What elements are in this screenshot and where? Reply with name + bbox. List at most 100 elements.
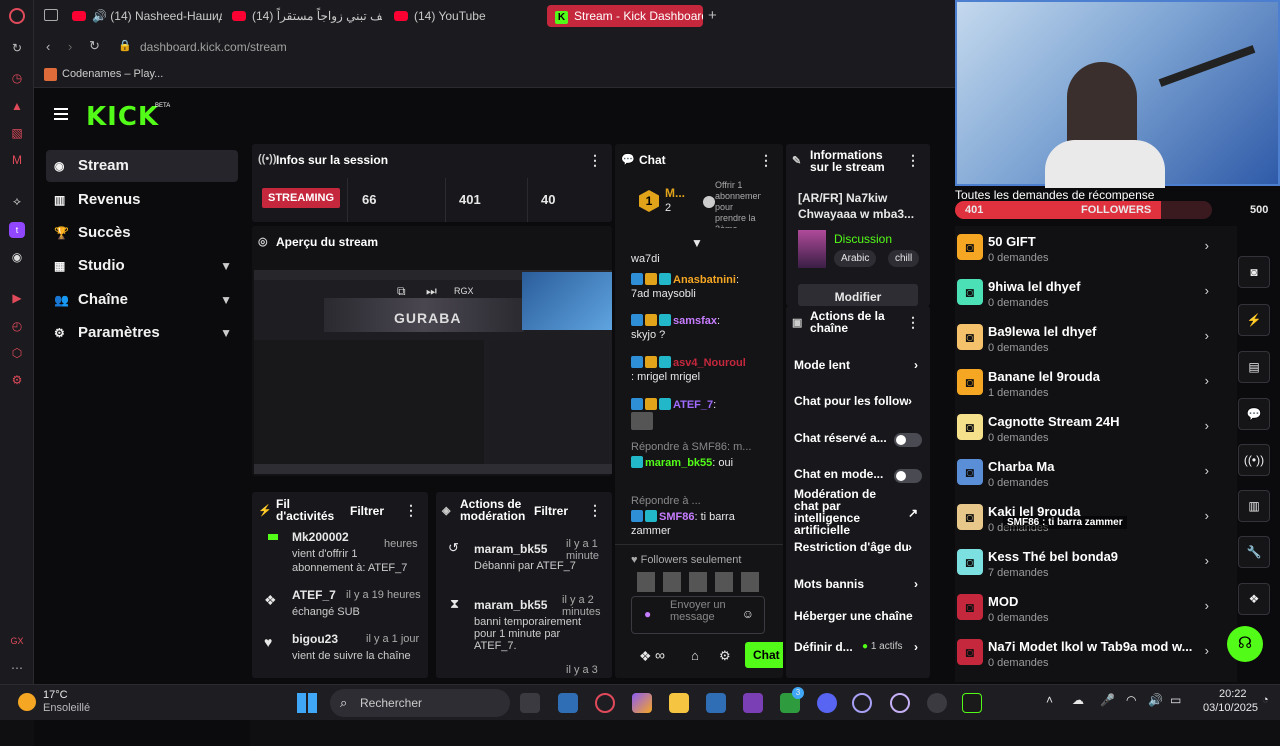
mic-icon[interactable]: ● [644, 607, 651, 621]
bolt-icon[interactable]: ⚡ [1238, 304, 1270, 336]
workspaces-icon[interactable] [44, 9, 58, 21]
photos-app-icon[interactable] [558, 693, 578, 713]
kebab-icon[interactable]: ⋮ [759, 152, 773, 169]
more-icon[interactable]: ⋯ [9, 660, 25, 676]
network-icon[interactable]: ☁ [1072, 693, 1084, 707]
nav-stream[interactable]: ◉ Stream [46, 150, 238, 182]
speed-dial-icon[interactable]: ◷ [9, 70, 25, 86]
store-icon[interactable]: ⌂ [691, 648, 699, 663]
followers-chat-row[interactable]: Chat pour les follow [794, 394, 908, 408]
kick-points-icon[interactable]: ❖ [1238, 583, 1270, 615]
copilot-icon[interactable] [632, 693, 652, 713]
kick-shortcut-icon[interactable]: ⟡ [9, 193, 25, 209]
host-channel-row[interactable]: Héberger une chaîne [794, 609, 922, 623]
kebab-icon[interactable]: ⋮ [588, 152, 602, 169]
obs-icon[interactable] [927, 693, 947, 713]
reward-item[interactable]: ◙ Charba Ma 0 demandes › [955, 451, 1225, 496]
support-headset-button[interactable]: ☊ [1227, 626, 1263, 662]
games-icon[interactable]: ▧ [9, 125, 25, 141]
opera-logo-icon[interactable] [9, 8, 25, 24]
chat-send-button[interactable]: Chat [745, 642, 783, 668]
tab-kick-dashboard[interactable]: K Stream - Kick Dashboard [547, 5, 703, 27]
reward-item[interactable]: ◙ Na7i Modet lkol w Tab9a mod w... 0 deman… [955, 631, 1225, 676]
new-tab-button[interactable]: + [708, 5, 724, 27]
battery-icon[interactable]: ▭ [1170, 693, 1181, 707]
player-icon[interactable]: ▶ [9, 290, 25, 306]
moderation-user[interactable]: maram_bk55 [474, 598, 547, 612]
kebab-icon[interactable]: ⋮ [404, 502, 418, 519]
nav-revenus[interactable]: ▥ Revenus [46, 184, 238, 216]
emote-chat-toggle[interactable] [894, 469, 922, 483]
twitch-icon[interactable]: t [9, 222, 25, 238]
moderation-user[interactable]: maram_bk55 [474, 542, 547, 556]
settings-icon[interactable]: ⚙ [9, 372, 25, 388]
chat-settings-icon[interactable]: ⚙ [719, 648, 731, 664]
forward-icon[interactable]: › [68, 39, 72, 54]
refresh-icon[interactable]: ↻ [9, 40, 25, 56]
extensions-icon[interactable]: ⬡ [9, 345, 25, 361]
ai-moderation-row[interactable]: Modération de chat par intelligence arti… [794, 488, 894, 536]
moderation-filter-button[interactable]: Filtrer [534, 504, 568, 518]
reward-item[interactable]: ◙ Kess Thé bel bonda9 7 demandes › [955, 541, 1225, 586]
collapse-icon[interactable]: ▼ [691, 236, 703, 250]
windows-start-icon[interactable] [297, 693, 317, 713]
aria-icon[interactable]: ▲ [9, 98, 25, 114]
discord-taskbar-icon[interactable] [817, 693, 837, 713]
reward-item[interactable]: ◙ Banane lel 9rouda 1 demandes › [955, 361, 1225, 406]
tag-chill[interactable]: chill [888, 250, 920, 267]
reward-item[interactable]: ◙ 9hiwa lel dhyef 0 demandes › [955, 271, 1225, 316]
task-view-icon[interactable] [520, 693, 540, 713]
define-row[interactable]: Définir d... ● 1 actifs › [794, 640, 922, 654]
nav-succes[interactable]: 🏆 Succès [46, 217, 238, 249]
tab-nasheed[interactable]: 🔊 (14) Nasheed-Нашид [72, 5, 222, 27]
activity-user[interactable]: ATEF_7 [292, 588, 336, 602]
url-field[interactable]: dashboard.kick.com/stream [140, 40, 287, 54]
file-explorer-icon[interactable] [669, 693, 689, 713]
opera-gx-taskbar-icon[interactable] [595, 693, 615, 713]
reward-item[interactable]: ◙ Cagnotte Stream 24H 0 demandes › [955, 406, 1225, 451]
hamburger-icon[interactable] [54, 108, 68, 120]
kick-points-icon[interactable]: ❖ [639, 648, 652, 665]
clock-time[interactable]: 20:22 [1219, 688, 1247, 700]
back-icon[interactable]: ‹ [46, 39, 50, 54]
emoji-icon[interactable]: ☺ [742, 607, 754, 621]
reward-item[interactable]: ◙ Ba9lewa lel dhyef 0 demandes › [955, 316, 1225, 361]
subscribers-chat-toggle[interactable] [894, 433, 922, 447]
chat-input[interactable]: ● Envoyer un message ☺ [631, 596, 765, 634]
kebab-icon[interactable]: ⋮ [588, 502, 602, 519]
store-icon[interactable] [706, 693, 726, 713]
category-name[interactable]: Discussion [834, 232, 892, 246]
reward-item[interactable]: ◙ 50 GIFT 0 demandes › [955, 226, 1225, 271]
stream-video[interactable]: GURABA ⧉ ⏭ RGX [254, 270, 612, 474]
discord-icon[interactable]: ◉ [9, 249, 25, 265]
clock-date[interactable]: 03/10/2025 [1203, 702, 1258, 714]
age-restriction-row[interactable]: Restriction d'âge du [794, 540, 908, 554]
notification-bell-icon[interactable]: ◔ [1262, 694, 1269, 706]
bookmark-codenames[interactable]: Codenames – Play... [62, 68, 163, 80]
kebab-icon[interactable]: ⋮ [906, 314, 920, 331]
nav-chaine[interactable]: 👥 Chaîne ▼ [46, 284, 238, 316]
edit-stream-button[interactable]: Modifier [798, 284, 918, 306]
activity-user[interactable]: bigou23 [292, 632, 338, 646]
activity-filter-button[interactable]: Filtrer [350, 504, 384, 518]
camera-icon[interactable]: ◙ [1238, 256, 1270, 288]
opera-taskbar-icon[interactable] [852, 693, 872, 713]
reload-icon[interactable]: ↻ [89, 38, 100, 54]
activity-user[interactable]: Mk200002 [292, 530, 349, 544]
volume-icon[interactable]: 🔊 [1148, 693, 1163, 707]
infinity-icon[interactable]: ∞ [655, 647, 665, 663]
layout-icon[interactable]: ▥ [1238, 490, 1270, 522]
pip-icon[interactable]: ⧉ [397, 284, 406, 299]
nav-parametres[interactable]: ⚙ Paramètres ▼ [46, 317, 238, 349]
document-icon[interactable]: ▤ [1238, 351, 1270, 383]
twitch-studio-icon[interactable] [743, 693, 763, 713]
banned-words-row[interactable]: Mots bannis › [794, 577, 922, 591]
slow-mode-row[interactable]: Mode lent › [794, 358, 922, 372]
mail-icon[interactable]: M [9, 152, 25, 168]
history-icon[interactable]: ◴ [9, 318, 25, 334]
broadcast-icon[interactable]: ((•)) [1238, 444, 1270, 476]
tag-arabic[interactable]: Arabic [834, 250, 877, 267]
kebab-icon[interactable]: ⋮ [906, 152, 920, 169]
microphone-icon[interactable]: 🎤 [1100, 693, 1115, 707]
tab-marriage[interactable]: كيف تبني زواجاً مستقراً (14) [232, 5, 382, 27]
